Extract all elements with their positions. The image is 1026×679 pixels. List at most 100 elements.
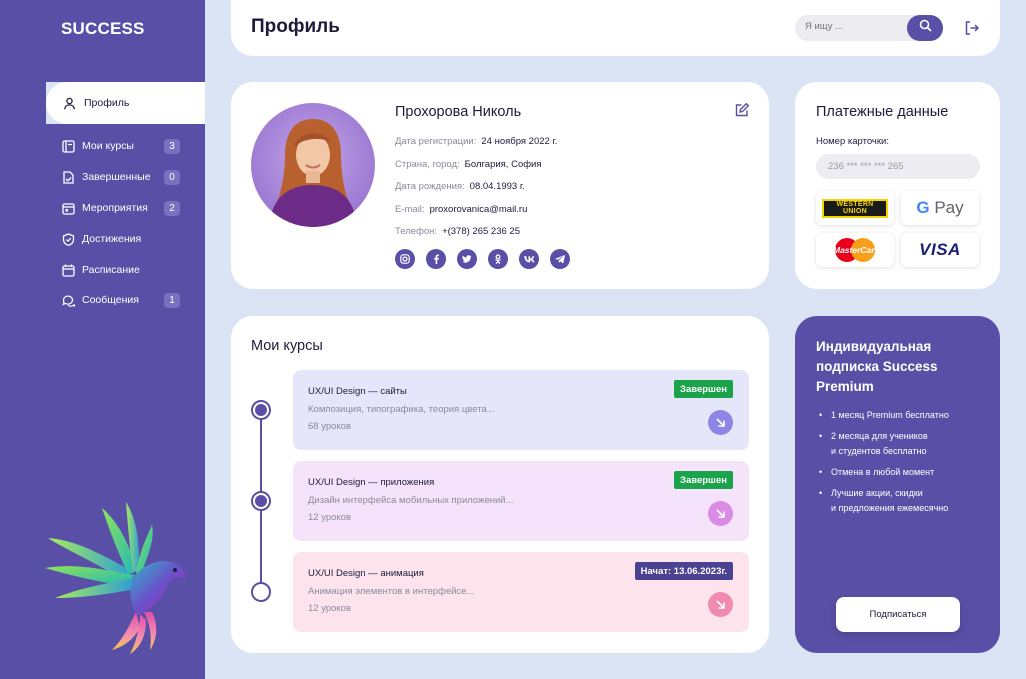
courses-icon xyxy=(62,139,75,153)
completed-icon xyxy=(62,170,75,184)
vk-icon[interactable] xyxy=(519,249,539,269)
list-item: 1 месяц Premium бесплатно xyxy=(819,408,994,423)
premium-title: Индивидуальная подписка Success Premium xyxy=(816,339,938,394)
mastercard-logo: MasterCard xyxy=(833,237,880,263)
course-lessons: 12 уроков xyxy=(308,603,352,614)
sidebar-item-label: Мои курсы xyxy=(82,140,134,152)
list-item: Отмена в любой момент xyxy=(819,465,994,480)
header: Профиль xyxy=(231,0,1000,56)
status-badge: Начат: 13.06.2023г. xyxy=(634,562,733,580)
sidebar-item-label: Завершенные xyxy=(82,171,151,183)
sidebar-item-label: Расписание xyxy=(82,264,140,276)
subscribe-button[interactable]: Подписаться xyxy=(836,597,960,632)
courses-title: Мои курсы xyxy=(251,338,323,354)
calendar-icon xyxy=(62,202,75,215)
profile-card: Прохорова Николь Дата регистрации: 24 ноя… xyxy=(231,82,769,289)
messages-icon xyxy=(62,294,75,307)
course-card[interactable]: UX/UI Design — приложения Дизайн интерфе… xyxy=(293,461,749,541)
status-badge: Завершен xyxy=(674,471,733,489)
shield-icon xyxy=(62,232,75,246)
western-union-logo: WESTERN UNION xyxy=(822,198,888,218)
premium-features: 1 месяц Premium бесплатно 2 месяца для у… xyxy=(819,408,994,522)
bird-illustration xyxy=(45,502,186,654)
row-value: Болгария, София xyxy=(464,159,542,170)
count-badge: 2 xyxy=(164,200,180,216)
google-pay-logo: G Pay xyxy=(916,198,964,217)
logo[interactable]: SUCCESS xyxy=(61,19,145,39)
sidebar-item-messages[interactable]: Сообщения 1 xyxy=(62,290,180,310)
profile-row-email: E-mail: proxorovanica@mail.ru xyxy=(395,204,527,215)
payment-title: Платежные данные xyxy=(816,104,949,120)
search-icon xyxy=(919,19,932,37)
row-value: 08.04.1993 г. xyxy=(469,181,525,192)
sidebar-item-completed[interactable]: Завершенные 0 xyxy=(62,167,180,187)
count-badge: 0 xyxy=(164,169,180,185)
list-item: Лучшие акции, скидки и предложения ежеме… xyxy=(819,486,994,516)
payment-card: Платежные данные Номер карточки: 236 ***… xyxy=(795,82,1000,289)
courses-card: Мои курсы UX/UI Design — сайты Композици… xyxy=(231,316,769,653)
course-description: Анимация элементов в интерфейсе... xyxy=(308,586,475,597)
course-description: Дизайн интерфейса мобильных приложений..… xyxy=(308,495,514,506)
sidebar-item-courses[interactable]: Мои курсы 3 xyxy=(62,136,180,156)
search-input[interactable] xyxy=(805,21,895,32)
edit-icon[interactable] xyxy=(735,102,750,117)
row-value[interactable]: +(378) 265 236 25 xyxy=(442,226,520,237)
list-item: 2 месяца для учеников и студентов беспла… xyxy=(819,429,994,459)
course-lessons: 12 уроков xyxy=(308,512,352,523)
sidebar-item-label: Профиль xyxy=(84,97,130,109)
search-box xyxy=(795,15,943,41)
visa-logo: VISA xyxy=(919,240,961,259)
visa-option[interactable]: VISA xyxy=(901,233,979,267)
row-value[interactable]: proxorovanica@mail.ru xyxy=(430,204,528,215)
course-card[interactable]: UX/UI Design — анимация Анимация элемент… xyxy=(293,552,749,632)
logout-icon[interactable] xyxy=(964,20,980,36)
sidebar-item-profile[interactable]: Профиль xyxy=(46,82,205,124)
social-links xyxy=(395,249,570,269)
logo-area: SUCCESS xyxy=(0,0,205,82)
row-value: 24 ноября 2022 г. xyxy=(481,136,558,147)
sidebar-item-achievements[interactable]: Достижения xyxy=(62,229,180,249)
row-label: Дата регистрации: xyxy=(395,136,477,147)
mastercard-option[interactable]: MasterCard xyxy=(816,233,894,267)
arrow-down-right-icon[interactable] xyxy=(708,592,733,617)
timeline-dot xyxy=(251,400,271,420)
count-badge: 3 xyxy=(164,138,180,154)
sidebar-item-events[interactable]: Мероприятия 2 xyxy=(62,198,180,218)
premium-card: Индивидуальная подписка Success Premium … xyxy=(795,316,1000,653)
google-pay-option[interactable]: G Pay xyxy=(901,191,979,225)
card-number-field[interactable]: 236 *** *** *** 265 xyxy=(816,154,980,179)
timeline-dot xyxy=(251,491,271,511)
western-union-option[interactable]: WESTERN UNION xyxy=(816,191,894,225)
course-title: UX/UI Design — анимация xyxy=(308,568,424,579)
search-button[interactable] xyxy=(907,15,943,41)
course-card[interactable]: UX/UI Design — сайты Композиция, типогра… xyxy=(293,370,749,450)
sidebar-item-label: Мероприятия xyxy=(82,202,148,214)
arrow-down-right-icon[interactable] xyxy=(708,501,733,526)
count-badge: 1 xyxy=(164,292,180,308)
course-title: UX/UI Design — приложения xyxy=(308,477,435,488)
odnoklassniki-icon[interactable] xyxy=(488,249,508,269)
timeline-dot xyxy=(251,582,271,602)
row-label: Дата рождения: xyxy=(395,181,465,192)
course-lessons: 68 уроков xyxy=(308,421,352,432)
profile-name: Прохорова Николь xyxy=(395,104,522,120)
course-description: Композиция, типографика, теория цвета... xyxy=(308,404,495,415)
user-icon xyxy=(63,97,76,110)
twitter-icon[interactable] xyxy=(457,249,477,269)
profile-row-registration: Дата регистрации: 24 ноября 2022 г. xyxy=(395,136,557,147)
course-title: UX/UI Design — сайты xyxy=(308,386,407,397)
sidebar-item-label: Сообщения xyxy=(82,294,139,306)
row-label: Страна, город: xyxy=(395,159,460,170)
row-label: E-mail: xyxy=(395,204,425,215)
telegram-icon[interactable] xyxy=(550,249,570,269)
sidebar-item-schedule[interactable]: Расписание xyxy=(62,260,180,280)
arrow-down-right-icon[interactable] xyxy=(708,410,733,435)
profile-row-location: Страна, город: Болгария, София xyxy=(395,159,542,170)
page-title: Профиль xyxy=(251,16,340,37)
instagram-icon[interactable] xyxy=(395,249,415,269)
sidebar-item-label: Достижения xyxy=(82,233,142,245)
facebook-icon[interactable] xyxy=(426,249,446,269)
avatar-photo xyxy=(269,119,357,227)
status-badge: Завершен xyxy=(674,380,733,398)
avatar xyxy=(251,103,375,227)
